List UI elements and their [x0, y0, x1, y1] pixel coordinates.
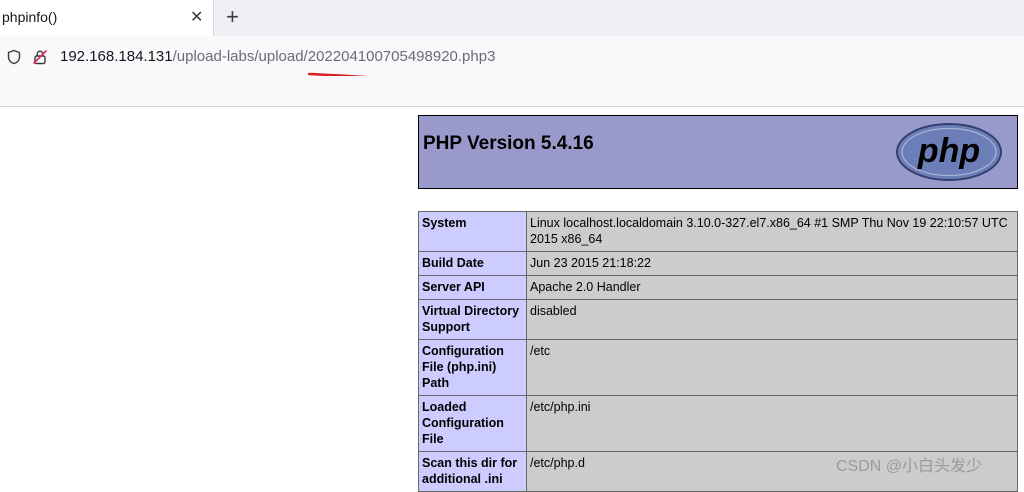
row-key: Server API	[418, 275, 527, 300]
url-text[interactable]: 192.168.184.131/upload-labs/upload/20220…	[60, 48, 495, 65]
new-tab-button[interactable]: +	[226, 4, 239, 30]
php-logo: php	[896, 123, 1002, 181]
table-row: Server API Apache 2.0 Handler	[418, 275, 1018, 300]
bookmarks-strip	[0, 76, 1024, 107]
table-row: Configuration File (php.ini) Path/etc	[418, 339, 1018, 396]
tab-phpinfo[interactable]: phpinfo() ✕	[0, 0, 214, 36]
row-value: Apache 2.0 Handler	[526, 275, 1018, 300]
row-value: Linux localhost.localdomain 3.10.0-327.e…	[526, 211, 1018, 252]
shield-icon[interactable]	[6, 49, 22, 65]
row-key: Virtual Directory Support	[418, 299, 527, 340]
tab-strip: phpinfo() ✕ +	[0, 0, 1024, 36]
row-value: /etc	[526, 339, 1018, 396]
csdn-watermark: CSDN @小白头发少	[836, 458, 983, 475]
php-logo-text: php	[917, 132, 980, 170]
row-value: Jun 23 2015 21:18:22	[526, 251, 1018, 276]
insecure-lock-icon[interactable]	[32, 49, 48, 65]
table-row: Virtual Directory Support disabled	[418, 299, 1018, 340]
row-key: Loaded Configuration File	[418, 395, 527, 452]
close-icon[interactable]: ✕	[190, 7, 203, 27]
row-value: disabled	[526, 299, 1018, 340]
row-key: Scan this dir for additional .ini	[418, 451, 527, 492]
table-row: Build Date Jun 23 2015 21:18:22	[418, 251, 1018, 276]
row-key: Configuration File (php.ini) Path	[418, 339, 527, 396]
url-path: /upload-labs/upload/202204100705498920.p…	[172, 48, 496, 65]
php-version-title: PHP Version 5.4.16	[423, 133, 594, 154]
phpinfo-header: PHP Version 5.4.16 php	[418, 115, 1018, 189]
php-info-table: System Linux localhost.localdomain 3.10.0…	[418, 211, 1018, 492]
row-key: System	[418, 211, 527, 252]
tab-title: phpinfo()	[2, 9, 58, 25]
row-value: /etc/php.ini	[526, 395, 1018, 452]
table-row: System Linux localhost.localdomain 3.10.0…	[418, 211, 1018, 252]
row-key: Build Date	[418, 251, 527, 276]
url-host: 192.168.184.131	[60, 48, 173, 65]
table-row: Loaded Configuration File/etc/php.ini	[418, 395, 1018, 452]
